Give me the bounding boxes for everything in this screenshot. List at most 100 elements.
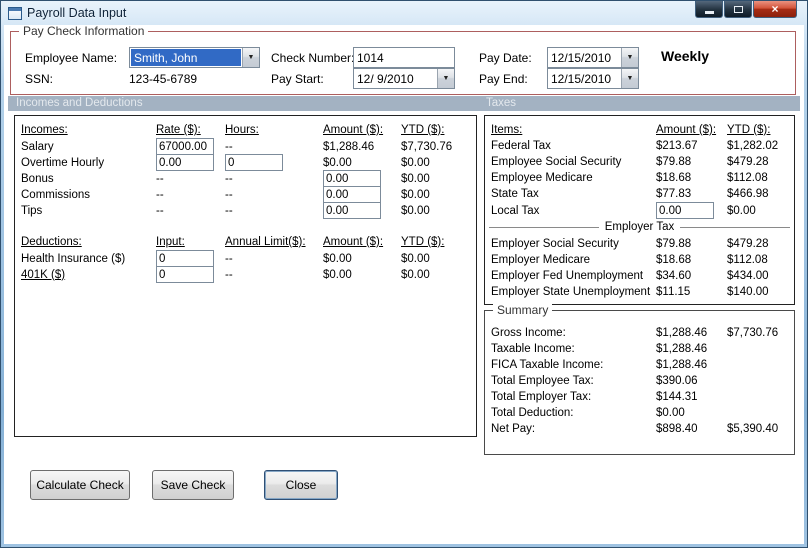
maximize-icon	[733, 5, 743, 13]
employer-tax-label: Employer Tax	[604, 221, 675, 233]
401k-link[interactable]: 401K ($)	[21, 269, 156, 281]
pay-frequency-label: Weekly	[661, 48, 709, 64]
emp-ss-ytd: $479.28	[727, 156, 769, 168]
ssn-value: 123-45-6789	[129, 72, 198, 86]
chevron-down-icon: ▼	[621, 48, 638, 67]
er-medicare-ytd: $112.08	[727, 254, 768, 266]
pay-end-picker[interactable]: 12/15/2010 ▼	[547, 68, 639, 89]
row-label: FICA Taxable Income:	[491, 359, 604, 371]
section-taxes: Taxes	[486, 97, 517, 109]
maximize-button[interactable]	[724, 1, 752, 18]
section-band: Incomes and Deductions Taxes	[8, 96, 800, 111]
fica-amount: $1,288.46	[656, 359, 708, 371]
taxes-panel: Items: Amount ($): YTD ($): Federal Tax …	[484, 115, 795, 305]
close-button[interactable]: Close	[264, 470, 338, 500]
row-label: Employer Fed Unemployment	[491, 270, 644, 282]
tips-rate: --	[156, 204, 164, 217]
emp-medicare-amount: $18.68	[656, 172, 692, 184]
title-bar[interactable]: Payroll Data Input ×	[1, 1, 807, 25]
bonus-ytd: $0.00	[401, 172, 430, 185]
state-amount: $77.83	[656, 188, 692, 200]
row-label: Salary	[21, 140, 54, 153]
er-medicare-amount: $18.68	[656, 254, 692, 266]
incomes-header-row: Incomes: Rate ($): Hours: Amount ($): YT…	[15, 122, 476, 138]
commissions-ytd: $0.00	[401, 188, 430, 201]
table-row-overtime: Overtime Hourly $0.00 $0.00	[15, 154, 476, 171]
col-header-ytd: YTD ($):	[401, 236, 445, 248]
pay-start-label: Pay Start:	[271, 72, 324, 86]
local-ytd: $0.00	[727, 204, 756, 217]
total-emp-tax-amount: $390.06	[656, 375, 698, 387]
minimize-button[interactable]	[695, 1, 723, 18]
row-label: Health Insurance ($)	[21, 252, 126, 265]
row-label: Commissions	[21, 188, 91, 201]
tips-ytd: $0.00	[401, 204, 430, 217]
chevron-down-icon: ▼	[437, 69, 454, 88]
401k-ytd: $0.00	[401, 268, 430, 281]
health-insurance-input[interactable]	[156, 250, 214, 267]
overtime-ytd: $0.00	[401, 156, 430, 169]
federal-ytd: $1,282.02	[727, 140, 779, 152]
pay-date-picker[interactable]: 12/15/2010 ▼	[547, 47, 639, 68]
col-header-hours: Hours:	[225, 124, 259, 136]
taxes-header-row: Items: Amount ($): YTD ($):	[485, 122, 794, 138]
tips-amount-input[interactable]	[323, 202, 381, 219]
commissions-amount-input[interactable]	[323, 186, 381, 203]
check-number-input[interactable]	[353, 47, 455, 68]
calculate-check-button[interactable]: Calculate Check	[30, 470, 130, 500]
overtime-rate-input[interactable]	[156, 154, 214, 171]
health-limit: --	[225, 252, 233, 265]
col-header-amount: Amount ($):	[323, 236, 384, 248]
overtime-hours-input[interactable]	[225, 154, 283, 171]
401k-amount: $0.00	[323, 268, 352, 281]
bonus-rate: --	[156, 172, 164, 185]
window-title: Payroll Data Input	[27, 6, 127, 20]
gross-ytd: $7,730.76	[727, 327, 779, 339]
table-row-401k: 401K ($) -- $0.00 $0.00	[15, 266, 476, 283]
pay-start-picker[interactable]: 12/ 9/2010 ▼	[353, 68, 455, 89]
table-row-bonus: Bonus -- -- $0.00	[15, 170, 476, 187]
taxable-amount: $1,288.46	[656, 343, 708, 355]
salary-amount: $1,288.46	[323, 140, 375, 153]
local-tax-input[interactable]	[656, 202, 714, 219]
row-label: Federal Tax	[491, 140, 551, 152]
table-row-total-employee-tax: Total Employee Tax: $390.06	[485, 373, 794, 389]
table-row-commissions: Commissions -- -- $0.00	[15, 186, 476, 203]
table-row-total-employer-tax: Total Employer Tax: $144.31	[485, 389, 794, 405]
bonus-hours: --	[225, 172, 233, 185]
close-window-button[interactable]: ×	[753, 1, 797, 18]
employee-name-value: Smith, John	[131, 49, 241, 66]
chevron-down-icon: ▼	[621, 69, 638, 88]
total-deduction-amount: $0.00	[656, 407, 685, 419]
employee-name-combobox[interactable]: Smith, John ▼	[129, 47, 260, 68]
health-ytd: $0.00	[401, 252, 430, 265]
er-ss-ytd: $479.28	[727, 238, 769, 250]
row-label: Employer Medicare	[491, 254, 591, 266]
tips-hours: --	[225, 204, 233, 217]
col-header-ytd: YTD ($):	[727, 124, 771, 136]
table-row-health-insurance: Health Insurance ($) -- $0.00 $0.00	[15, 250, 476, 267]
table-row-employer-state-unemployment: Employer State Unemployment $11.15 $140.…	[485, 284, 794, 300]
bonus-amount-input[interactable]	[323, 170, 381, 187]
col-header-deductions: Deductions:	[21, 236, 82, 248]
salary-rate-input[interactable]	[156, 138, 214, 155]
emp-ss-amount: $79.88	[656, 156, 692, 168]
table-row-employee-medicare: Employee Medicare $18.68 $112.08	[485, 170, 794, 186]
er-state-unemp-amount: $11.15	[656, 286, 691, 298]
er-state-unemp-ytd: $140.00	[727, 286, 769, 298]
state-ytd: $466.98	[727, 188, 769, 200]
incomes-deductions-panel: Incomes: Rate ($): Hours: Amount ($): YT…	[14, 115, 477, 437]
divider-line	[680, 226, 790, 228]
salary-ytd: $7,730.76	[401, 140, 453, 153]
401k-input[interactable]	[156, 266, 214, 283]
deductions-header-row: Deductions: Input: Annual Limit($): Amou…	[15, 234, 476, 250]
401k-limit: --	[225, 268, 233, 281]
table-row-state-tax: State Tax $77.83 $466.98	[485, 186, 794, 202]
table-row-employer-ss: Employer Social Security $79.88 $479.28	[485, 236, 794, 252]
save-check-button[interactable]: Save Check	[152, 470, 234, 500]
row-label: Tips	[21, 204, 43, 217]
window-controls: ×	[695, 1, 797, 18]
row-label: Taxable Income:	[491, 343, 575, 355]
table-row-tips: Tips -- -- $0.00	[15, 202, 476, 219]
